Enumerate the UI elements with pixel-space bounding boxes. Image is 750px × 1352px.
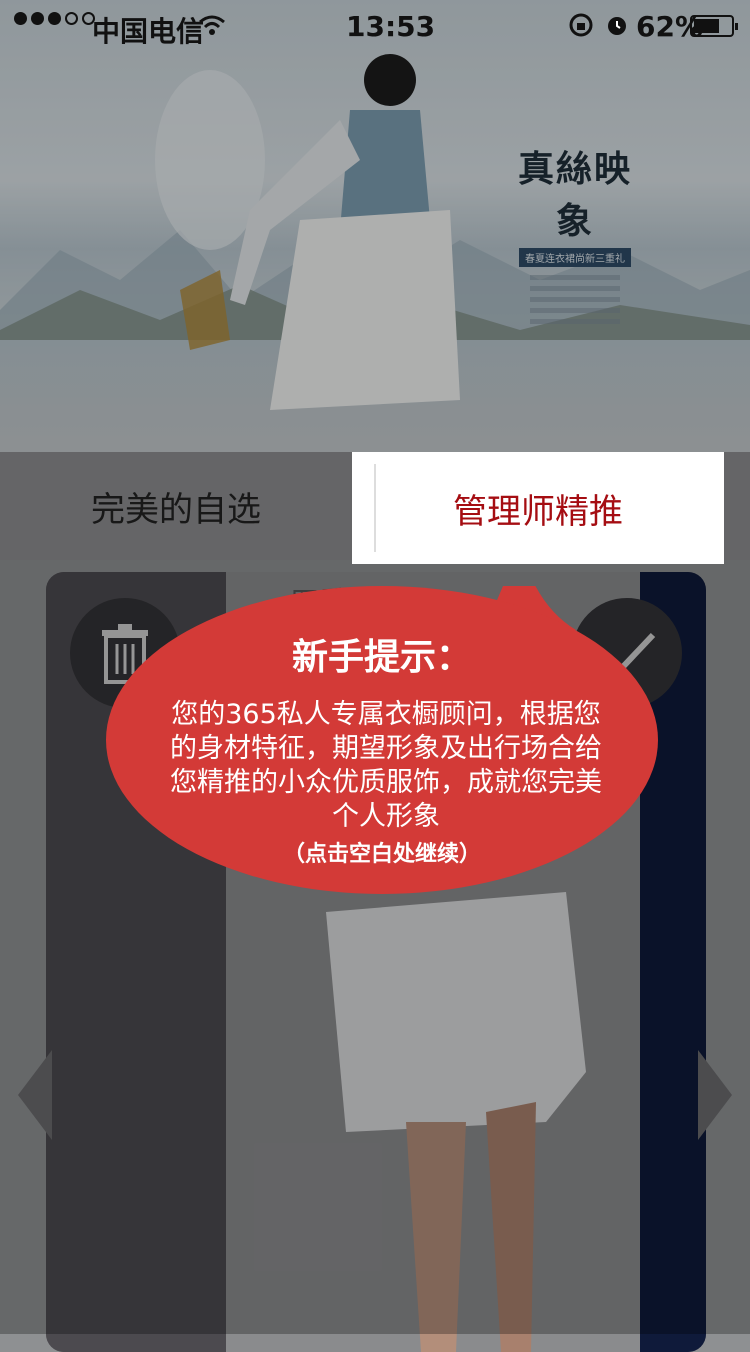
guide-tooltip: 新手提示： 您的365私人专属衣橱顾问，根据您的身材特征，期望形象及出行场合给您… — [106, 586, 658, 894]
rotation-lock-icon — [569, 13, 593, 37]
guide-body: 您的365私人专属衣橱顾问，根据您的身材特征，期望形象及出行场合给您精推的小众优… — [170, 699, 602, 832]
clock-time: 13:53 — [346, 10, 436, 43]
alarm-icon — [608, 17, 626, 35]
signal-strength-icon — [14, 12, 95, 25]
guide-title: 新手提示： — [291, 637, 472, 678]
wifi-icon — [199, 15, 225, 35]
status-bar: 中国电信 13:53 62% — [0, 0, 750, 52]
battery-icon — [690, 15, 738, 37]
tab-manager-pick[interactable]: 管理师精推 — [352, 452, 724, 564]
carrier-name: 中国电信 — [92, 15, 205, 48]
guide-hint: （点击空白处继续） — [282, 842, 481, 867]
